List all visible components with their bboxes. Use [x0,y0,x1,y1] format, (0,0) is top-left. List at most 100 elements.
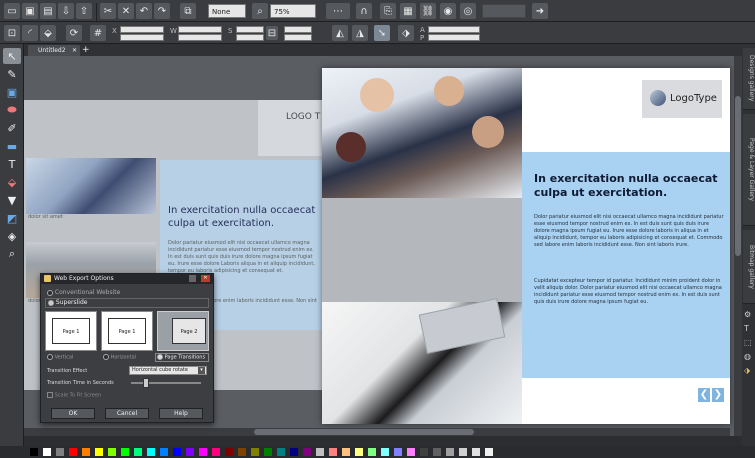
a-field[interactable] [428,26,480,33]
transparency-tool-icon[interactable]: ▼ [3,192,21,208]
vertical-scroll-thumb[interactable] [735,96,741,256]
zoom-icon[interactable]: ⌕ [252,3,268,19]
cancel-button[interactable]: Cancel [105,408,149,419]
selector-tool-icon[interactable]: ↖ [3,48,21,64]
select-arrow-icon[interactable]: ➘ [374,25,390,41]
cut-icon[interactable]: ✂ [100,3,116,19]
open-folder-icon[interactable]: ▣ [22,3,38,19]
transition-time-slider[interactable] [131,378,201,388]
link-icon[interactable]: ⛓ [420,3,436,19]
gallery-icon-5[interactable]: ⬗ [744,366,753,375]
color-swatch[interactable] [329,448,337,456]
color-swatch[interactable] [95,448,103,456]
color-swatch[interactable] [394,448,402,456]
selector-mode-icon[interactable]: ⊡ [4,25,20,41]
nav-horizontal[interactable]: Horizontal [103,354,136,361]
color-swatch[interactable] [381,448,389,456]
scale-h-field[interactable] [236,34,264,41]
color-swatch[interactable] [225,448,233,456]
forward-arrow-icon[interactable]: ➜ [532,3,548,19]
color-swatch[interactable] [147,448,155,456]
flip-horizontal-icon[interactable]: ◭ [332,25,348,41]
color-swatch[interactable] [472,448,480,456]
nav-vertical[interactable]: Vertical [47,354,73,361]
radio-transitions[interactable] [157,354,163,360]
slider-thumb[interactable] [143,378,149,388]
scale-to-fit-option[interactable]: Scale To Fit Screen [47,392,101,399]
color-swatch[interactable] [121,448,129,456]
web-preview-icon[interactable]: ◉ [440,3,456,19]
color-swatch[interactable] [238,448,246,456]
curve-icon[interactable]: ◜ [22,25,38,41]
color-swatch[interactable] [30,448,38,456]
designs-gallery-tab[interactable]: Designs gallery [743,48,755,110]
fill-tool-icon[interactable]: ⬙ [3,174,21,190]
skew-field[interactable] [284,34,312,41]
color-swatch[interactable] [69,448,77,456]
zoom-mode-select[interactable]: None [208,4,246,18]
option-conventional[interactable]: Conventional Website [47,289,120,296]
p-field[interactable] [428,34,480,41]
export-icon[interactable]: ⇧ [76,3,92,19]
color-swatch[interactable] [251,448,259,456]
color-swatch[interactable] [368,448,376,456]
tab-close-icon[interactable]: ✕ [72,45,77,56]
zoom-value-select[interactable]: 75% [270,4,316,18]
color-swatch[interactable] [485,448,493,456]
x-field[interactable] [120,26,164,33]
color-swatch[interactable] [316,448,324,456]
color-swatch[interactable] [446,448,454,456]
tag-icon[interactable]: ⬗ [398,25,414,41]
radio-conventional[interactable] [47,289,53,296]
rectangle-tool-icon[interactable]: ▬ [3,138,21,154]
redo-icon[interactable]: ↷ [154,3,170,19]
radio-horizontal[interactable] [103,354,109,360]
gallery-icon-1[interactable]: ⚙ [744,310,753,319]
color-swatch[interactable] [277,448,285,456]
y-field[interactable] [120,34,164,41]
scale-to-fit-checkbox[interactable] [47,392,53,398]
color-swatch[interactable] [433,448,441,456]
style-select[interactable] [482,4,526,18]
radio-superslide[interactable] [48,299,54,306]
color-swatch[interactable] [160,448,168,456]
thumb-transitions[interactable]: Page 2 [157,311,209,351]
bevel-tool-icon[interactable]: ◈ [3,228,21,244]
thumb-horizontal[interactable]: Page 1 [101,311,153,351]
nav-transitions[interactable]: Page Transitions [155,353,209,362]
bitmap-gallery-tab[interactable]: Bitmap gallery [743,230,755,304]
document-info-icon[interactable]: ⎘ [380,3,396,19]
help-button[interactable]: Help [159,408,203,419]
color-swatch[interactable] [43,448,51,456]
option-superslide[interactable]: Superslide [45,298,209,308]
text-tool-icon[interactable]: T [3,156,21,172]
brush-tool-icon[interactable]: ✐ [3,120,21,136]
color-swatch[interactable] [459,448,467,456]
color-swatch[interactable] [56,448,64,456]
thumb-vertical[interactable]: Page 1 [45,311,97,351]
fill-icon[interactable]: ⬙ [40,25,56,41]
photo-tool-icon[interactable]: ▣ [3,84,21,100]
gallery-icon-3[interactable]: ⬚ [744,338,753,347]
color-swatch[interactable] [108,448,116,456]
color-swatch[interactable] [186,448,194,456]
color-swatch[interactable] [303,448,311,456]
ok-button[interactable]: OK [51,408,95,419]
browser-icon[interactable]: ◎ [460,3,476,19]
undo-icon[interactable]: ↶ [136,3,152,19]
shadow-tool-icon[interactable]: ◩ [3,210,21,226]
color-swatch[interactable] [355,448,363,456]
color-swatch[interactable] [290,448,298,456]
grid-icon[interactable]: # [90,25,106,41]
horizontal-scrollbar[interactable] [24,428,730,436]
color-swatch[interactable] [264,448,272,456]
page-setup-icon[interactable]: ▦ [400,3,416,19]
new-document-icon[interactable]: ▭ [4,3,20,19]
horizontal-scroll-thumb[interactable] [254,429,474,435]
w-field[interactable] [178,26,222,33]
angle-field[interactable] [284,26,312,33]
dialog-minimize-icon[interactable] [189,275,196,282]
tab-untitled2[interactable]: Untitled2 ✕ [28,45,80,56]
save-icon[interactable]: ▤ [40,3,56,19]
color-swatch[interactable] [82,448,90,456]
